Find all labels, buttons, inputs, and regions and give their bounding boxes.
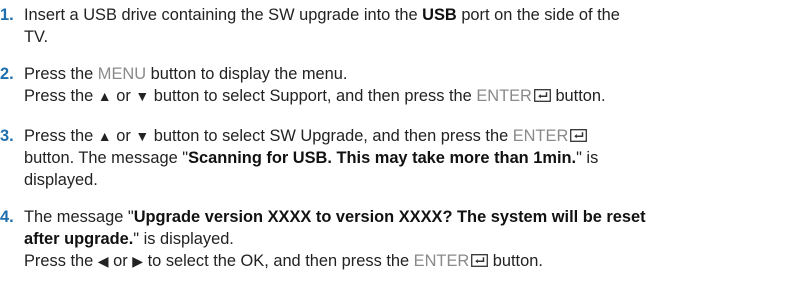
step-1: 1. Insert a USB drive containing the SW … <box>0 4 790 48</box>
step-text: button to display the menu. <box>146 65 348 83</box>
enter-button-label: ENTER <box>413 252 470 270</box>
step-line: Press the ▲ or ▼ button to select Suppor… <box>24 85 790 107</box>
down-arrow-icon: ▼ <box>135 128 150 144</box>
step-text: Press the <box>24 127 98 145</box>
enter-key-icon <box>471 254 489 267</box>
step-line: displayed. <box>24 171 98 189</box>
step-line: Press the MENU button to display the men… <box>24 63 790 85</box>
step-number: 4. <box>0 208 14 226</box>
step-line: after upgrade." is displayed. <box>24 228 790 250</box>
right-arrow-icon: ▶ <box>132 253 144 269</box>
step-text: button. <box>550 87 606 105</box>
step-number: 2. <box>0 65 14 83</box>
enter-button-label: ENTER <box>476 87 532 105</box>
step-number: 1. <box>0 6 14 24</box>
step-text: " is <box>576 149 599 167</box>
left-arrow-icon: ◀ <box>97 253 109 269</box>
step-text: Insert a USB drive containing the SW upg… <box>24 6 423 24</box>
scanning-message: Scanning for USB. This may take more tha… <box>188 149 577 167</box>
step-3: 3. Press the ▲ or ▼ button to select SW … <box>0 125 790 191</box>
step-text: Press the <box>24 87 98 105</box>
upgrade-message-continued: after upgrade. <box>24 230 134 248</box>
step-text: or <box>108 252 133 270</box>
step-4: 4. The message "Upgrade version XXXX to … <box>0 206 790 272</box>
step-2: 2. Press the MENU button to display the … <box>0 63 790 107</box>
step-text: Press the <box>24 252 98 270</box>
step-body: Insert a USB drive containing the SW upg… <box>24 4 790 48</box>
step-text: The message " <box>24 208 134 226</box>
step-text: button. <box>488 252 543 270</box>
menu-button-label: MENU <box>97 65 147 83</box>
step-line: Press the ▲ or ▼ button to select SW Upg… <box>24 125 790 147</box>
enter-key-icon <box>570 129 588 142</box>
step-text: Press the <box>24 65 98 83</box>
step-text: or <box>111 87 136 105</box>
step-line: TV. <box>24 28 48 46</box>
step-number: 3. <box>0 127 14 145</box>
enter-key-icon <box>533 89 551 102</box>
up-arrow-icon: ▲ <box>97 88 112 104</box>
step-body: Press the ▲ or ▼ button to select SW Upg… <box>24 125 790 191</box>
step-text: to select the OK, and then press the <box>143 252 414 270</box>
step-text: " is displayed. <box>133 230 234 248</box>
step-text: or <box>111 127 136 145</box>
step-text: button. The message " <box>24 149 189 167</box>
up-arrow-icon: ▲ <box>97 128 112 144</box>
step-text: button to select Support, and then press… <box>149 87 477 105</box>
enter-button-label: ENTER <box>512 127 569 145</box>
step-text: port on the side of the <box>456 6 620 24</box>
step-line: Press the ◀ or ▶ to select the OK, and t… <box>24 250 790 272</box>
usb-label: USB <box>422 6 457 24</box>
step-line: The message "Upgrade version XXXX to ver… <box>24 206 790 228</box>
step-body: The message "Upgrade version XXXX to ver… <box>24 206 790 272</box>
upgrade-message: Upgrade version XXXX to version XXXX? Th… <box>133 208 646 226</box>
down-arrow-icon: ▼ <box>135 88 150 104</box>
step-line: Insert a USB drive containing the SW upg… <box>24 4 790 26</box>
step-body: Press the MENU button to display the men… <box>24 63 790 107</box>
step-text: button to select SW Upgrade, and then pr… <box>149 127 513 145</box>
step-line: button. The message "Scanning for USB. T… <box>24 147 790 169</box>
